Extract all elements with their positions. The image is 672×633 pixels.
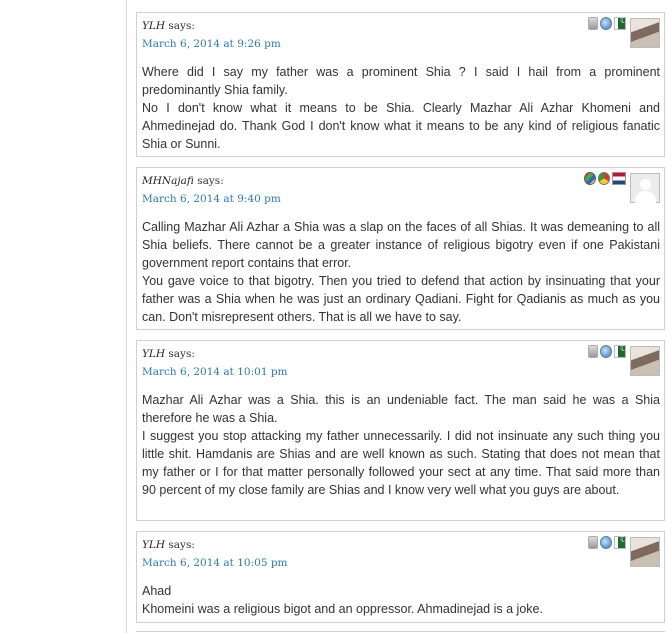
says-label: says: — [197, 175, 224, 187]
browser-icon — [600, 345, 612, 358]
avatar — [630, 537, 660, 567]
comment-paragraph: Where did I say my father was a prominen… — [142, 65, 660, 97]
comment-meta: YLH says: March 6, 2014 at 10:05 pm — [142, 536, 288, 572]
comment: MHNajafi says: March 6, 2014 at 9:40 pm … — [136, 167, 665, 330]
user-agent-badges — [588, 16, 628, 30]
user-agent-badges — [588, 535, 628, 549]
avatar — [630, 346, 660, 376]
comment-date-link[interactable]: March 6, 2014 at 10:01 pm — [142, 363, 288, 381]
device-icon — [588, 17, 598, 30]
comment-body: Mazhar Ali Azhar was a Shia. this is an … — [142, 391, 660, 499]
user-agent-badges — [588, 344, 628, 358]
comment: YLH says: March 6, 2014 at 9:26 pm Where… — [136, 12, 665, 157]
comment-paragraph: Ahad — [142, 584, 172, 598]
comment-body: Calling Mazhar Ali Azhar a Shia was a sl… — [142, 218, 660, 326]
chrome-icon — [598, 172, 610, 185]
comment-author[interactable]: YLH — [142, 20, 165, 32]
comment-author[interactable]: YLH — [142, 539, 165, 551]
comment-paragraph: You gave voice to that bigotry. Then you… — [142, 274, 660, 324]
device-icon — [588, 536, 598, 549]
comment-meta: MHNajafi says: March 6, 2014 at 9:40 pm — [142, 172, 281, 208]
comment-date-link[interactable]: March 6, 2014 at 9:26 pm — [142, 35, 281, 53]
comment-paragraph: No I don't know what it means to be Shia… — [142, 101, 660, 151]
says-label: says: — [168, 539, 195, 551]
comment: YLH says: March 6, 2014 at 10:05 pm Ahad… — [136, 531, 665, 623]
flag-netherlands-icon — [612, 172, 626, 185]
comment-meta: YLH says: March 6, 2014 at 10:01 pm — [142, 345, 288, 381]
avatar — [630, 173, 660, 203]
comment-author[interactable]: MHNajafi — [142, 175, 194, 187]
browser-icon — [600, 536, 612, 549]
flag-pakistan-icon — [614, 344, 628, 358]
comment-author[interactable]: YLH — [142, 348, 165, 360]
user-agent-badges — [584, 172, 626, 185]
flag-pakistan-icon — [614, 535, 628, 549]
next-comment-edge — [136, 631, 665, 632]
comment-date-link[interactable]: March 6, 2014 at 9:40 pm — [142, 190, 281, 208]
windows-icon — [584, 172, 596, 185]
comment-date-link[interactable]: March 6, 2014 at 10:05 pm — [142, 554, 288, 572]
comment-paragraph: I suggest you stop attacking my father u… — [142, 429, 660, 497]
sidebar-divider — [126, 0, 127, 633]
comment-meta: YLH says: March 6, 2014 at 9:26 pm — [142, 17, 281, 53]
says-label: says: — [168, 348, 195, 360]
says-label: says: — [168, 20, 195, 32]
comment-body: Ahad Khomeini was a religious bigot and … — [142, 582, 660, 618]
browser-icon — [600, 17, 612, 30]
comment-paragraph: Mazhar Ali Azhar was a Shia. this is an … — [142, 393, 660, 425]
avatar — [630, 18, 660, 48]
comment-paragraph: Khomeini was a religious bigot and an op… — [142, 602, 543, 616]
comment: YLH says: March 6, 2014 at 10:01 pm Mazh… — [136, 340, 665, 521]
comment-paragraph: Calling Mazhar Ali Azhar a Shia was a sl… — [142, 220, 660, 270]
flag-pakistan-icon — [614, 16, 628, 30]
comment-body: Where did I say my father was a prominen… — [142, 63, 660, 153]
device-icon — [588, 345, 598, 358]
